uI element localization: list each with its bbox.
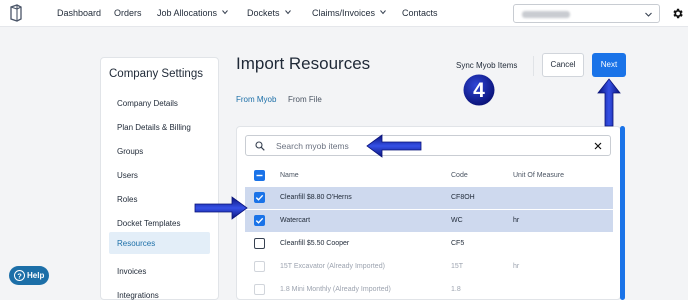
search-box [245, 135, 611, 156]
tab-from-myob[interactable]: From Myob [236, 95, 276, 104]
scrollbar-thumb[interactable] [620, 126, 625, 300]
nav-dockets-label: Dockets [247, 8, 280, 18]
row-code: 1.8 [451, 286, 461, 293]
help-button[interactable]: ? Help [9, 266, 49, 285]
row-code: CF8OH [451, 194, 475, 201]
annotation-arrow-up-icon [597, 78, 621, 127]
company-name-redacted [522, 11, 570, 18]
nav-claims-invoices[interactable]: Claims/Invoices [312, 8, 386, 18]
chevron-down-icon [222, 10, 228, 15]
header-divider [533, 56, 534, 76]
nav-job-allocations[interactable]: Job Allocations [157, 8, 228, 18]
row-name: 1.8 Mini Monthly (Already Imported) [280, 286, 391, 293]
table-row[interactable]: Cleanfill $5.50 Cooper CF5 [245, 233, 613, 255]
row-name: 15T Excavator (Already Imported) [280, 263, 385, 270]
nav-orders[interactable]: Orders [114, 8, 142, 18]
step-number-badge: 4 [463, 74, 495, 106]
nav-dockets[interactable]: Dockets [247, 8, 291, 18]
next-button[interactable]: Next [592, 53, 626, 77]
close-icon[interactable] [594, 142, 602, 150]
row-name: Watercart [280, 217, 311, 224]
nav-dashboard[interactable]: Dashboard [57, 8, 101, 18]
select-all-checkbox[interactable] [254, 170, 265, 181]
nav-claims-invoices-label: Claims/Invoices [312, 8, 376, 18]
checkmark-icon [255, 217, 264, 224]
help-label: Help [27, 271, 45, 280]
checkmark-icon [255, 194, 264, 201]
myob-items-panel: Name Code Unit Of Measure Cleanfill $8.8… [236, 126, 621, 300]
row-name: Cleanfill $8.80 O'Herns [280, 194, 352, 201]
company-select[interactable] [513, 4, 660, 23]
annotation-arrow-right-icon [194, 196, 248, 220]
row-code: WC [451, 217, 463, 224]
row-checkbox[interactable] [254, 215, 265, 226]
table-header-row: Name Code Unit Of Measure [245, 165, 613, 187]
nav-contacts[interactable]: Contacts [402, 8, 438, 18]
chevron-down-icon [380, 10, 386, 15]
svg-text:?: ? [17, 271, 22, 280]
sidebar-item-resources[interactable]: Resources [109, 232, 210, 254]
minus-icon [256, 174, 263, 177]
column-header-unit-of-measure: Unit Of Measure [513, 172, 564, 179]
column-header-code: Code [451, 172, 468, 179]
gear-icon[interactable] [671, 7, 684, 20]
search-icon [255, 141, 265, 151]
sidebar-item-groups[interactable]: Groups [109, 140, 210, 162]
step-number: 4 [473, 79, 485, 102]
row-checkbox[interactable] [254, 192, 265, 203]
app-logo-icon[interactable] [9, 4, 23, 22]
company-settings-sidebar: Company Settings Company Details Plan De… [100, 57, 219, 300]
cancel-button[interactable]: Cancel [542, 53, 584, 77]
sidebar-item-users[interactable]: Users [109, 164, 210, 186]
nav-job-allocations-label: Job Allocations [157, 8, 218, 18]
search-input[interactable] [276, 139, 576, 153]
sidebar-item-invoices[interactable]: Invoices [109, 260, 210, 282]
table-row: 1.8 Mini Monthly (Already Imported) 1.8 [245, 279, 613, 299]
row-checkbox-disabled [254, 284, 265, 295]
row-name: Cleanfill $5.50 Cooper [280, 240, 350, 247]
page-title: Import Resources [236, 54, 371, 73]
sidebar-title: Company Settings [109, 68, 203, 80]
chevron-down-icon [284, 10, 291, 15]
column-header-name: Name [280, 172, 299, 179]
tab-from-file[interactable]: From File [288, 95, 322, 104]
top-navbar: Dashboard Orders Job Allocations Dockets… [0, 0, 688, 27]
row-checkbox-disabled [254, 261, 265, 272]
chevron-down-icon [645, 12, 652, 17]
help-icon: ? [14, 270, 25, 281]
row-uom: hr [513, 217, 520, 224]
sidebar-item-plan-details-billing[interactable]: Plan Details & Billing [109, 116, 210, 138]
sidebar-item-integrations[interactable]: Integrations [109, 284, 210, 300]
table-row[interactable]: Cleanfill $8.80 O'Herns CF8OH [245, 187, 613, 209]
sidebar-item-company-details[interactable]: Company Details [109, 92, 210, 114]
table-row: 15T Excavator (Already Imported) 15T hr [245, 256, 613, 278]
row-checkbox[interactable] [254, 238, 265, 249]
row-uom: hr [513, 263, 520, 270]
table-row[interactable]: Watercart WC hr [245, 210, 613, 232]
sync-myob-items-link[interactable]: Sync Myob Items [456, 61, 517, 70]
row-code: CF5 [451, 240, 465, 247]
row-code: 15T [451, 263, 464, 270]
annotation-arrow-left-icon [366, 134, 422, 158]
